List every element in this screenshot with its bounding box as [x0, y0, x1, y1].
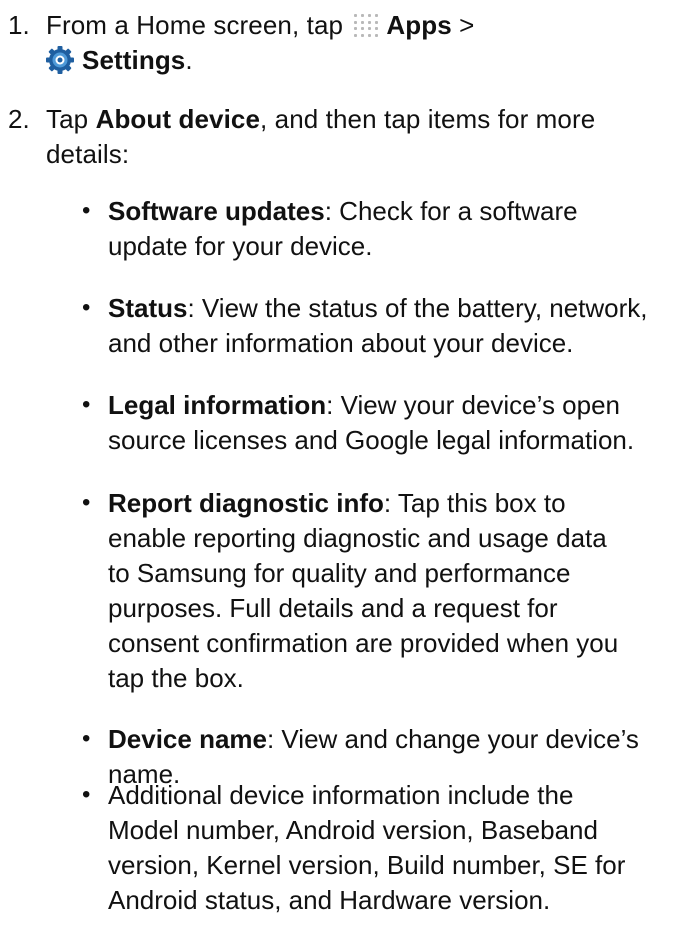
item-desc: and other information about your device. — [108, 328, 574, 358]
item-desc: Model number, Android version, Baseband — [108, 815, 598, 845]
apps-label: Apps — [386, 10, 452, 40]
item-term: Device name — [108, 724, 267, 754]
item-desc: version, Kernel version, Build number, S… — [108, 850, 626, 880]
item-desc: Additional device information include th… — [108, 780, 574, 810]
step-1-prefix: From a Home screen, tap — [46, 10, 344, 40]
item-desc: : Tap this box to — [383, 488, 566, 518]
item-term: Report diagnostic info — [108, 488, 384, 518]
bullet-marker: • — [82, 391, 91, 418]
item-desc: : View the status of the battery, networ… — [187, 293, 648, 323]
item-term: Software updates — [108, 196, 325, 226]
step-2-line-2: details: — [46, 139, 130, 169]
item-desc: : View your device’s open — [326, 390, 621, 420]
menu-separator: > — [459, 10, 475, 40]
item-desc: : Check for a software — [324, 196, 578, 226]
bullet-marker: • — [82, 197, 91, 224]
item-desc: source licenses and Google legal informa… — [108, 425, 635, 455]
help-document: 1. From a Home screen, tap Apps > Settin… — [0, 0, 681, 926]
item-desc: enable reporting diagnostic and usage da… — [108, 523, 607, 553]
settings-label: Settings — [82, 45, 186, 75]
step-1-period: . — [185, 45, 193, 75]
bullet-marker: • — [82, 725, 91, 752]
step-number: 1. — [8, 10, 30, 40]
step-2-rest: , and then tap items for more — [260, 104, 596, 134]
item-desc: update for your device. — [108, 231, 373, 261]
item-desc: to Samsung for quality and performance — [108, 558, 571, 588]
item-desc: Android status, and Hardware version. — [108, 885, 551, 915]
about-device-label: About device — [95, 104, 261, 134]
item-desc: consent confirmation are provided when y… — [108, 628, 619, 658]
step-2-lead: Tap — [46, 104, 89, 134]
item-desc: purposes. Full details and a request for — [108, 593, 558, 623]
step-text: Tap About device, and then tap items for… — [46, 102, 676, 172]
step-number: 2. — [8, 104, 30, 134]
apps-grid-icon — [352, 12, 382, 38]
bullet-marker: • — [82, 294, 91, 321]
item-desc: : View and change your device’s — [266, 724, 639, 754]
bullet-marker: • — [82, 489, 91, 516]
step-text: From a Home screen, tap Apps > Settings. — [46, 8, 676, 78]
settings-gear-icon — [46, 46, 74, 74]
item-term: Status — [108, 293, 188, 323]
bullet-marker: • — [82, 781, 91, 808]
item-desc: tap the box. — [108, 663, 244, 693]
item-term: Legal information — [108, 390, 327, 420]
